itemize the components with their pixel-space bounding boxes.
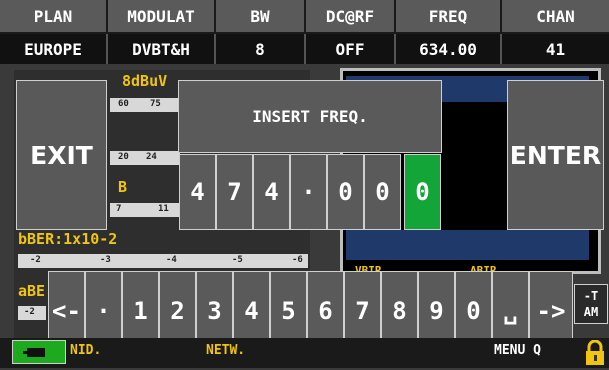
netw-label: NETW. [206, 343, 246, 358]
display-band-bottom [346, 230, 589, 260]
menu-label[interactable]: MENU Q [494, 343, 541, 358]
freq-digit[interactable]: 0 [327, 154, 364, 230]
exit-button[interactable]: EXIT [16, 80, 107, 230]
mer-scale-tick: 7 [116, 204, 122, 214]
aber-scale: -2 [18, 306, 46, 320]
modulat-value[interactable]: DVBT&H [108, 34, 216, 64]
lock-icon [584, 339, 606, 366]
chan-value[interactable]: 41 [502, 34, 609, 64]
right-side-button-top: -T [583, 289, 599, 303]
dcrf-value[interactable]: OFF [306, 34, 396, 64]
header-chan-label: CHAN [502, 0, 609, 34]
bber-scale: -2 -3 -4 -5 -6 [18, 254, 308, 268]
mer-unit: B [118, 178, 128, 196]
header-modulat-label: MODULAT [108, 0, 216, 34]
cn-scale-tick: 20 [118, 152, 129, 162]
freq-digit[interactable]: 7 [216, 154, 253, 230]
bber-scale-tick: -5 [232, 255, 243, 265]
freq-digit[interactable]: 0 [364, 154, 401, 230]
header-plan-label: PLAN [0, 0, 108, 34]
bw-value[interactable]: 8 [216, 34, 306, 64]
freq-digit-active[interactable]: 0 [404, 154, 441, 230]
enter-button[interactable]: ENTER [507, 80, 604, 230]
header-dcrf-label: DC@RF [306, 0, 396, 34]
mer-scale: 7 11 [110, 203, 180, 217]
freq-digit[interactable]: 4 [179, 154, 216, 230]
bber-scale-tick: -2 [30, 255, 41, 265]
aber-scale-tick: -2 [24, 307, 35, 317]
power-scale-tick: 60 [118, 99, 129, 109]
power-scale: 60 75 [110, 98, 180, 112]
bber-scale-tick: -3 [100, 255, 111, 265]
battery-body-shape [27, 348, 45, 357]
freq-decimal-point: · [290, 154, 327, 230]
bber-scale-tick: -4 [166, 255, 177, 265]
header-bw-label: BW [216, 0, 306, 34]
cn-scale-tick: 24 [146, 152, 157, 162]
header-freq-label: FREQ [396, 0, 502, 34]
plan-value[interactable]: EUROPE [0, 34, 108, 64]
power-value: 8dBuV [122, 72, 168, 90]
battery-tip-shape [23, 351, 27, 354]
bber-scale-tick: -6 [292, 255, 303, 265]
mer-scale-tick: 11 [158, 204, 169, 214]
freq-digit[interactable]: 4 [253, 154, 290, 230]
right-side-button-bottom: AM [583, 305, 599, 319]
insert-freq-title: INSERT FREQ. [178, 80, 442, 153]
nid-label: NID. [70, 343, 102, 358]
right-side-button[interactable]: -T AM [574, 284, 608, 324]
freq-value[interactable]: 634.00 [396, 34, 502, 64]
bber-label: bBER:1x10-2 [18, 230, 118, 248]
aber-label: aBE [18, 282, 46, 300]
power-scale-tick: 75 [150, 99, 161, 109]
battery-icon [12, 340, 66, 364]
cn-scale: 20 24 [110, 151, 180, 165]
